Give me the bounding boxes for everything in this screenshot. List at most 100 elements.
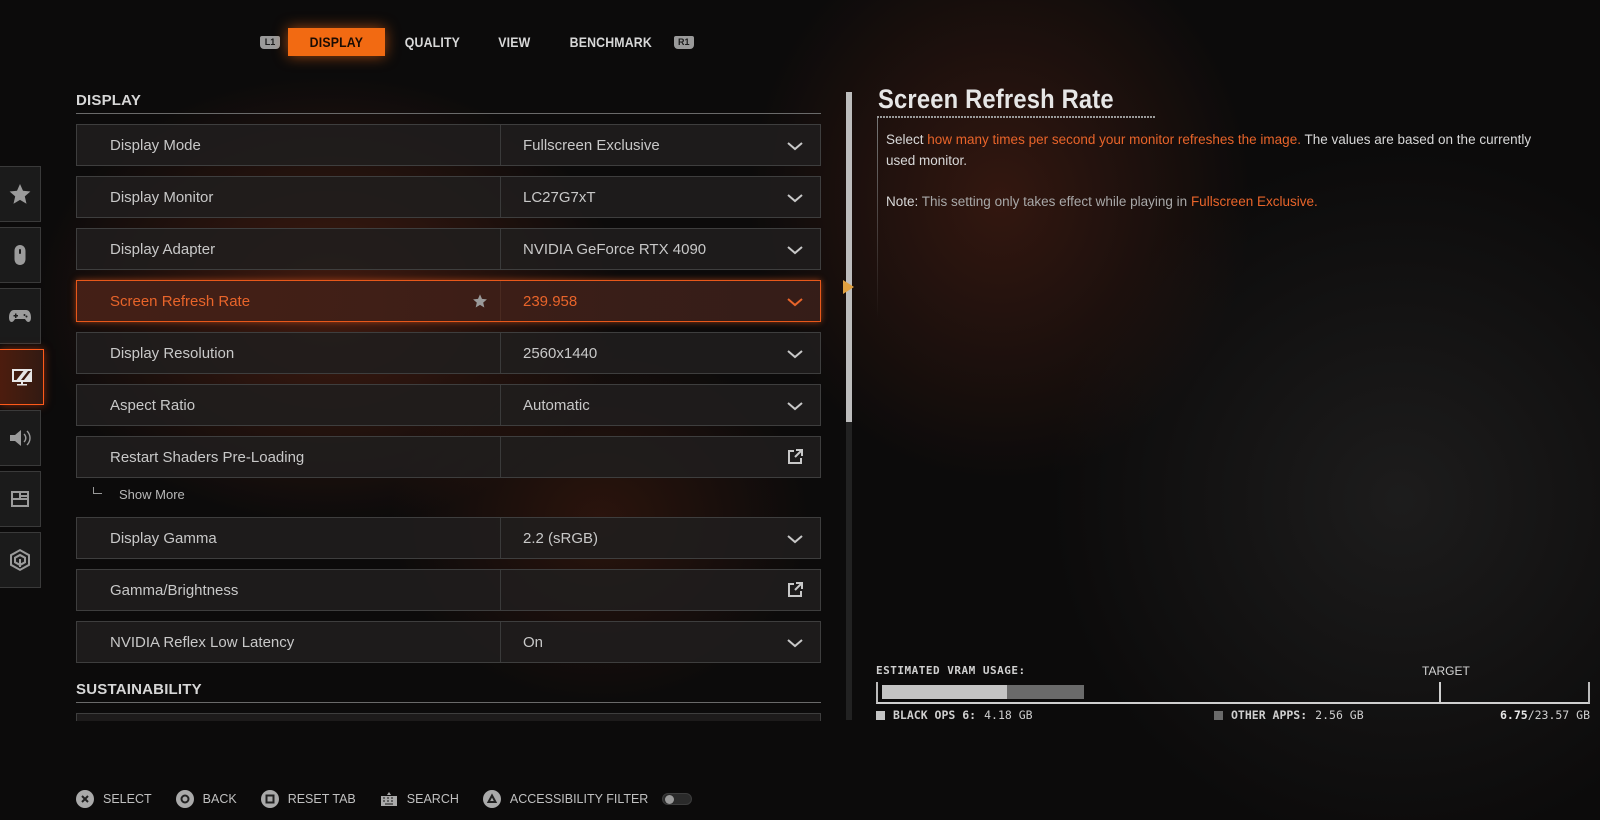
star-icon [9,184,31,204]
setting-label: Display Mode [77,125,501,165]
show-more-label: Show More [119,487,185,502]
setting-dropdown[interactable]: Automatic [501,385,820,425]
setting-dropdown[interactable]: 2560x1440 [501,333,820,373]
sidebar-item-favorites[interactable] [0,166,41,222]
setting-value: 2560x1440 [523,344,598,362]
sidebar-item-controller[interactable] [0,288,41,344]
accessibility-filter-button[interactable]: ACCESSIBILITY FILTER [482,790,649,808]
sidebar-item-network[interactable] [0,532,41,588]
setting-value: NVIDIA GeForce RTX 4090 [523,240,707,258]
interface-icon [11,491,29,507]
square-button-icon [260,790,279,808]
tab-benchmark[interactable]: BENCHMARK [556,28,667,56]
chevron-down-icon [786,532,804,544]
setting-label: Display Gamma [77,518,501,558]
setting-dropdown[interactable]: 2.2 (sRGB) [501,518,820,558]
description-text: Select [886,132,928,147]
setting-row-display-monitor[interactable]: Display Monitor LC27G7xT [76,176,821,218]
setting-row-nvidia-reflex[interactable]: NVIDIA Reflex Low Latency On [76,621,821,663]
accessibility-filter-toggle[interactable] [662,793,693,805]
keyboard-icon [380,792,397,806]
sidebar-item-graphics[interactable] [0,349,44,405]
vram-game-segment [882,685,1008,699]
legend-swatch [1214,711,1223,720]
setting-row-display-mode[interactable]: Display Mode Fullscreen Exclusive [76,124,821,166]
search-button[interactable]: SEARCH [380,792,459,806]
scrollbar-thumb[interactable] [846,92,852,422]
note-highlight: Fullscreen Exclusive [1190,194,1314,209]
tab-view[interactable]: VIEW [484,28,544,56]
setting-label: Aspect Ratio [77,385,501,425]
chevron-down-icon [786,399,804,411]
legend-value: 2.56 GB [1315,708,1364,722]
note-text: This setting only takes effect while pla… [918,194,1191,209]
setting-action[interactable] [501,570,820,610]
setting-row-aspect-ratio[interactable]: Aspect Ratio Automatic [76,384,821,426]
setting-action[interactable] [501,437,820,477]
chevron-down-icon [786,191,804,203]
tab-display-label: DISPLAY [309,34,364,50]
setting-label: Display Monitor [77,177,501,217]
setting-row-display-adapter[interactable]: Display Adapter NVIDIA GeForce RTX 4090 [76,228,821,270]
setting-dropdown[interactable]: NVIDIA GeForce RTX 4090 [501,229,820,269]
select-label: SELECT [103,792,152,806]
note-end: . [1313,194,1318,209]
setting-row-restart-shaders[interactable]: Restart Shaders Pre-Loading [76,436,821,478]
setting-dropdown[interactable]: Fullscreen Exclusive [501,125,820,165]
show-more-link[interactable]: Show More [93,487,185,502]
cross-button-icon [76,790,94,808]
reset-tab-button[interactable]: RESET TAB [260,790,356,808]
external-link-icon [786,448,804,466]
tree-corner-icon [93,487,102,494]
tab-display[interactable]: DISPLAY [288,28,385,56]
l1-bumper-icon[interactable]: L1 [260,35,280,49]
vram-legend-other: OTHER APPS: 2.56 GB [1214,708,1364,722]
title-underline [877,116,1155,118]
description-highlight: how many times per second your monitor r… [927,132,1301,147]
sidebar-item-audio[interactable] [0,410,41,466]
legend-value: 4.18 GB [984,708,1033,722]
vram-bar [876,682,1590,704]
monitor-icon [11,369,32,386]
section-header-display: DISPLAY [76,92,821,114]
description-paragraph: Select how many times per second your mo… [886,129,1556,171]
vram-usage-panel: ESTIMATED VRAM USAGE: TARGET BLACK OPS 6… [876,664,1590,722]
chevron-down-icon [786,295,804,307]
setting-dropdown[interactable]: On [501,622,820,662]
back-button[interactable]: BACK [175,790,237,808]
setting-dropdown[interactable]: LC27G7xT [501,177,820,217]
description-title: Screen Refresh Rate [878,84,1114,114]
setting-label: Restart Shaders Pre-Loading [77,437,501,477]
legend-swatch [876,711,885,720]
setting-row-display-gamma[interactable]: Display Gamma 2.2 (sRGB) [76,517,821,559]
settings-category-sidebar [0,166,44,593]
setting-value: 2.2 (sRGB) [523,529,599,547]
setting-row-screen-refresh-rate[interactable]: Screen Refresh Rate 239.958 [76,280,821,322]
vram-target-label: TARGET [1422,664,1470,678]
sidebar-item-interface[interactable] [0,471,41,527]
vram-other-segment [1007,685,1084,699]
vram-total-capacity: /23.57 GB [1527,708,1590,722]
star-icon[interactable] [472,293,488,309]
setting-value: Automatic [523,396,590,414]
setting-dropdown[interactable]: 239.958 [501,281,820,321]
setting-label: Screen Refresh Rate [77,281,501,321]
network-icon [10,549,30,571]
chevron-down-icon [786,347,804,359]
setting-row-partial[interactable] [76,713,821,721]
triangle-button-icon [482,790,501,808]
chevron-down-icon [786,243,804,255]
r1-bumper-icon[interactable]: R1 [673,35,694,49]
tab-quality[interactable]: QUALITY [390,28,473,56]
setting-row-display-resolution[interactable]: Display Resolution 2560x1440 [76,332,821,374]
accessibility-filter-label: ACCESSIBILITY FILTER [509,792,649,806]
select-button[interactable]: SELECT [76,790,152,808]
top-tab-bar: L1 DISPLAY QUALITY VIEW BENCHMARK R1 [260,28,694,56]
section-header-sustainability: SUSTAINABILITY [76,681,821,703]
legend-key: BLACK OPS 6: [893,708,977,722]
setting-value: Fullscreen Exclusive [523,136,660,154]
setting-row-gamma-brightness[interactable]: Gamma/Brightness [76,569,821,611]
vram-total-used: 6.75 [1499,708,1528,722]
external-link-icon [786,581,804,599]
sidebar-item-mouse[interactable] [0,227,41,283]
